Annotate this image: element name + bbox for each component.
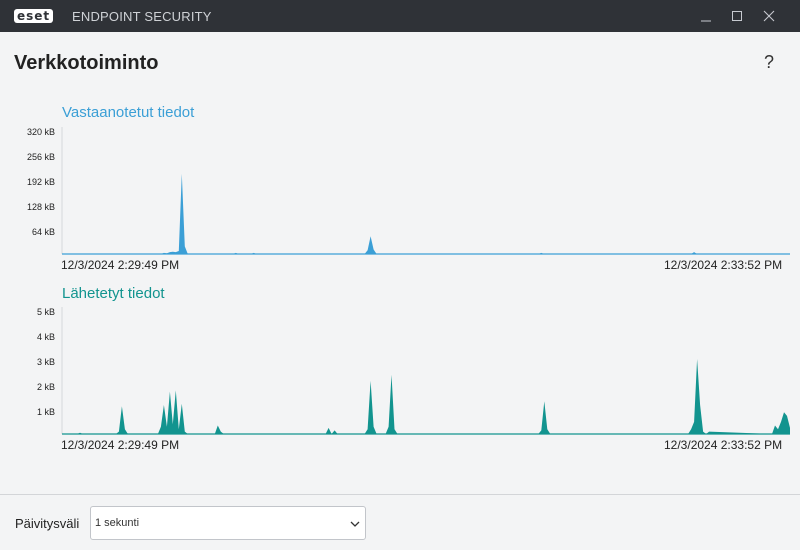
refresh-interval-select[interactable]: 1 sekunti — [90, 506, 366, 540]
refresh-interval-label: Päivitysväli — [15, 516, 80, 531]
footer-bar: Päivitysväli 1 sekunti — [0, 494, 800, 550]
sent-chart — [61, 307, 790, 435]
refresh-interval-value: 1 sekunti — [95, 517, 140, 529]
chevron-down-icon — [350, 521, 360, 527]
received-chart — [61, 127, 790, 255]
charts-canvas — [61, 127, 790, 435]
sent-series-area — [62, 359, 790, 434]
received-series-area — [62, 173, 790, 254]
